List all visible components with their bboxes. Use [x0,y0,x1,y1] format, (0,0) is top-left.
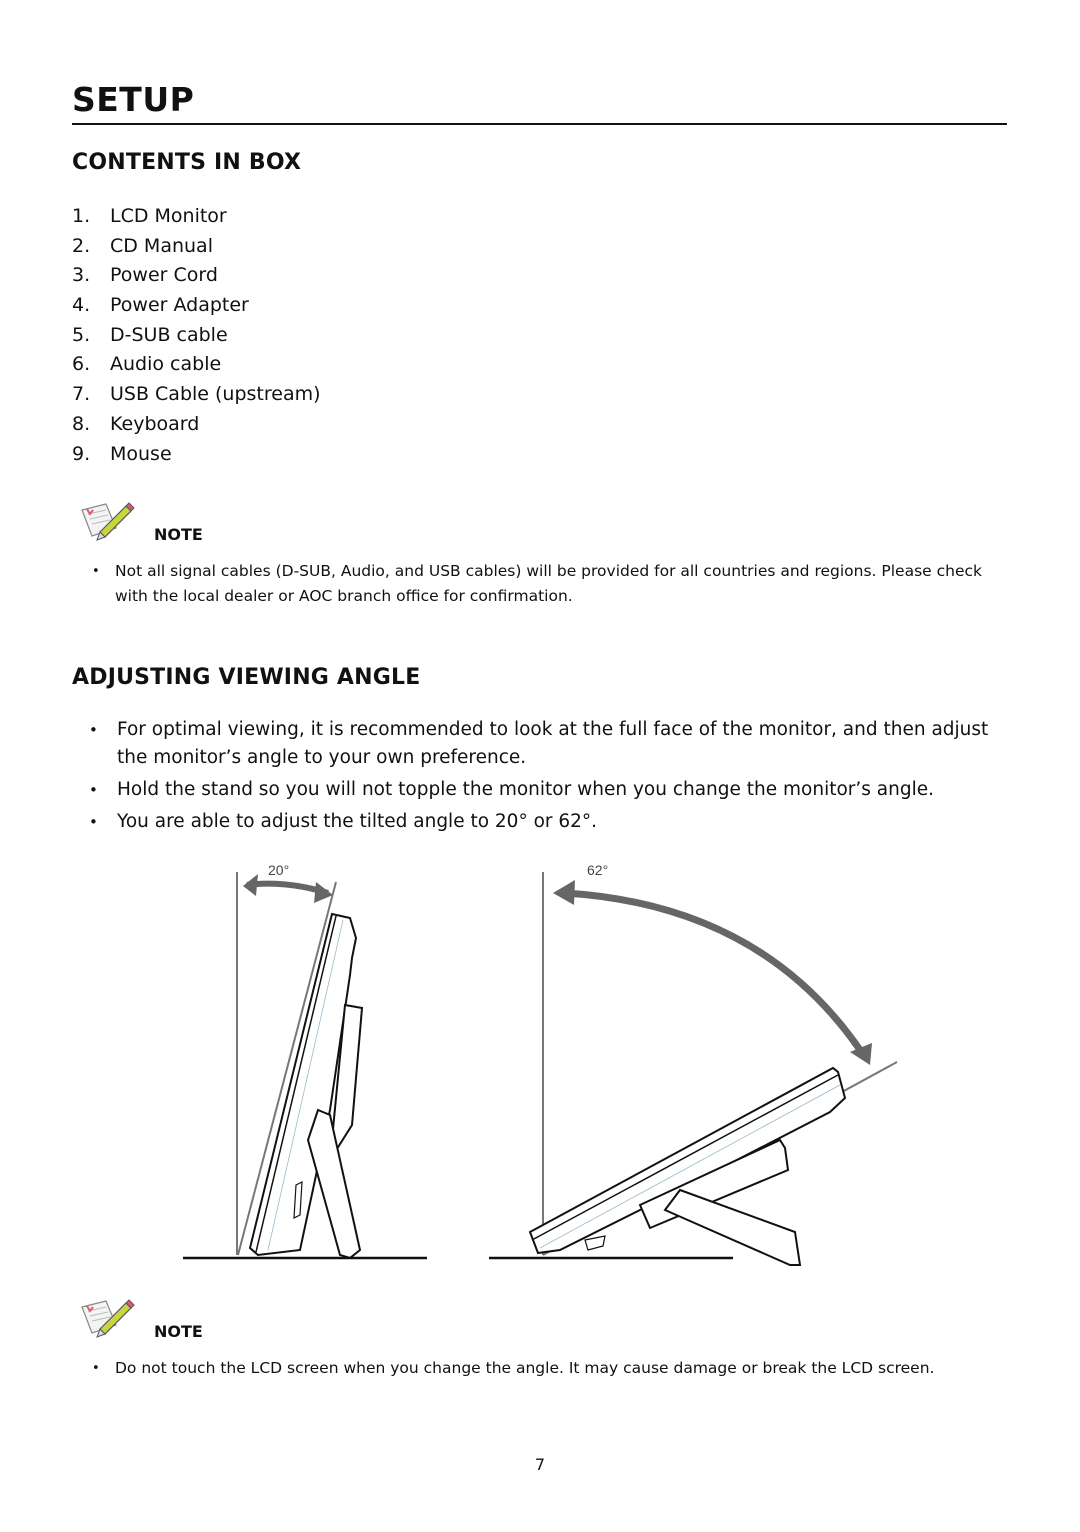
note-label: NOTE [154,1322,203,1341]
note-bullets: Do not touch the LCD screen when you cha… [86,1356,1026,1381]
note-bullets: Not all signal cables (D-SUB, Audio, and… [86,559,1016,609]
tilt-62-diagram: 62° [489,862,898,1266]
list-item: 6. Audio cable [72,353,222,376]
bullet-item: For optimal viewing, it is recommended t… [72,716,1012,772]
list-item: 8. Keyboard [72,412,200,435]
page-number: 7 [534,1455,546,1474]
angle-label: 20° [268,862,289,878]
contents-heading: CONTENTS IN BOX [72,150,302,175]
list-item: 5. D-SUB cable [72,323,228,346]
note-pencil-icon [81,502,135,541]
note-text: Do not touch the LCD screen when you cha… [86,1356,1026,1381]
list-item: 7. USB Cable (upstream) [72,383,321,406]
monitor-side-view [528,1066,847,1266]
viewing-angle-heading: ADJUSTING VIEWING ANGLE [72,665,421,690]
list-item: 3. Power Cord [72,264,218,287]
list-item: 4. Power Adapter [72,294,249,317]
list-item: 2. CD Manual [72,234,213,257]
note-header: NOTE [78,1297,203,1341]
angle-label: 62° [587,862,608,878]
viewing-angle-bullets: For optimal viewing, it is recommended t… [72,716,1012,840]
tilt-angle-figure: 20° 62° [183,862,898,1266]
contents-list: 1. LCD Monitor 2. CD Manual 3. Power Cord 4… [72,202,321,469]
title-divider [72,123,1007,125]
list-item: 9. Mouse [72,442,172,465]
list-item: 1. LCD Monitor [72,205,227,227]
tilt-20-diagram: 20° [183,862,427,1260]
note-header: NOTE [78,500,203,544]
note-pencil-icon [81,1299,135,1338]
bullet-item: You are able to adjust the tilted angle … [72,808,1012,836]
bullet-item: Hold the stand so you will not topple th… [72,776,1012,804]
note-label: NOTE [154,525,203,544]
note-text: Not all signal cables (D-SUB, Audio, and… [86,559,1016,609]
curved-arrow-icon [564,889,863,1052]
monitor-side-view [248,912,364,1260]
page-title: SETUP [72,80,195,119]
